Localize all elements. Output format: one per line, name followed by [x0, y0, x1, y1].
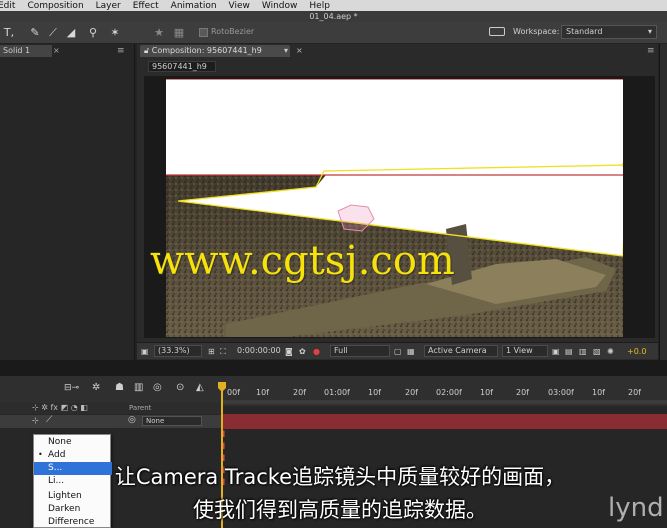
quality-switch-icon[interactable]: ⟋ — [46, 415, 52, 425]
puppet-pin-icon[interactable]: ✶ — [108, 26, 122, 40]
comp-mini-flowchart-icon[interactable]: ⊟⊸ — [64, 383, 79, 393]
tick-label: 10f — [256, 388, 269, 397]
subtitle-line-2: 使我们得到高质量的追踪数据。 — [193, 498, 487, 522]
info-panel — [659, 44, 667, 360]
pixel-aspect-icon[interactable]: ▣ — [552, 346, 560, 357]
layer-duration-bar[interactable] — [222, 414, 667, 429]
project-title: 01_04.aep * — [0, 11, 667, 22]
type-tool-icon[interactable]: T, — [2, 26, 16, 40]
show-snapshot-icon[interactable]: ✿ — [299, 346, 306, 357]
timeline-icon[interactable]: ▥ — [579, 346, 587, 357]
rotobezier-label: RotoBezier — [211, 27, 255, 36]
blend-option-none[interactable]: None — [34, 436, 112, 449]
magnification-select[interactable]: (33.3%) — [154, 345, 202, 357]
menu-bar: Edit Composition Layer Effect Animation … — [0, 0, 667, 11]
graph-icon[interactable]: ◭ — [196, 382, 204, 393]
draft-3d-icon[interactable]: ✲ — [92, 382, 100, 393]
resolution-select[interactable]: Full — [330, 345, 390, 357]
lock-icon[interactable]: 🔓︎ — [144, 46, 149, 55]
menu-effect[interactable]: Effect — [133, 1, 165, 11]
parent-select[interactable]: None — [142, 416, 202, 426]
graph-editor-icon[interactable]: ⊙ — [176, 382, 184, 393]
brush-tool-icon[interactable]: ✎ — [28, 26, 42, 40]
pickwhip-icon[interactable]: ◎ — [128, 415, 136, 425]
current-time[interactable]: 0:00:00:00 — [233, 345, 283, 357]
chevron-down-icon[interactable]: ▾ — [284, 45, 288, 57]
grid-icon[interactable]: ▦ — [172, 26, 186, 40]
channel-icon[interactable]: ● — [313, 346, 320, 357]
rotobezier-checkbox[interactable] — [199, 28, 208, 37]
footage-frame[interactable] — [166, 79, 623, 337]
menu-view[interactable]: View — [229, 1, 256, 11]
workspace-select[interactable]: Standard — [561, 25, 657, 39]
eraser-tool-icon[interactable]: ◢ — [64, 26, 78, 40]
always-preview-icon[interactable]: ▣ — [141, 346, 149, 357]
panel-divider — [0, 360, 667, 376]
transparency-grid-icon[interactable]: ▦ — [407, 346, 415, 357]
column-header: ⊹ ✲ fx ◩ ◔ ◧ — [0, 403, 222, 414]
tick-label: 20f — [516, 388, 529, 397]
project-panel — [0, 44, 135, 360]
menu-edit[interactable]: Edit — [0, 1, 21, 11]
panel-menu-icon[interactable]: ≡ — [647, 45, 655, 57]
panel-menu-icon[interactable]: ≡ — [117, 45, 125, 57]
frame-blending-icon[interactable]: ▥ — [134, 382, 143, 393]
flowchart-icon[interactable]: ▧ — [593, 346, 601, 357]
parent-column-label: Parent — [129, 404, 152, 412]
hide-shy-icon[interactable]: ☗ — [115, 382, 124, 393]
menu-window[interactable]: Window — [262, 1, 304, 11]
tick-label: 10f — [592, 388, 605, 397]
camera-select[interactable]: Active Camera — [424, 345, 498, 357]
tick-label: 02:00f — [436, 388, 462, 397]
watermark-text: www.cgtsj.com — [150, 238, 455, 284]
exposure-value[interactable]: +0.0 — [627, 346, 646, 357]
roto-brush-icon[interactable]: ⚲ — [86, 26, 100, 40]
menu-composition[interactable]: Composition — [27, 1, 89, 11]
switches-icons: ⊹ ✲ fx ◩ ◔ ◧ — [32, 403, 88, 412]
clone-tool-icon[interactable]: ⟋ — [46, 26, 60, 40]
tick-label: 20f — [293, 388, 306, 397]
app-window: Edit Composition Layer Effect Animation … — [0, 0, 667, 528]
subtitle-line-1: 让Camera Tracke追踪镜头中质量较好的画面， — [114, 465, 566, 489]
mask-visibility-icon[interactable]: ⛶ — [220, 346, 226, 357]
grid-toggle-icon[interactable]: ⊞ — [208, 346, 215, 357]
tab-solid[interactable]: Solid 1 — [0, 45, 52, 57]
snapshot-icon[interactable]: ◙ — [285, 346, 293, 357]
view-layout-select[interactable]: 1 View — [502, 345, 548, 357]
fast-preview-icon[interactable]: ▤ — [565, 346, 573, 357]
tick-label: 10f — [480, 388, 493, 397]
composition-footer: ▣ (33.3%) ⊞ ⛶ 0:00:00:00 ◙ ✿ ● Full ▢ ▦ … — [137, 342, 658, 359]
tick-label: 20f — [405, 388, 418, 397]
tick-label: 20f — [628, 388, 641, 397]
motion-blur-icon[interactable]: ◎ — [153, 382, 162, 393]
time-navigator[interactable] — [222, 400, 667, 404]
menu-animation[interactable]: Animation — [171, 1, 223, 11]
tick-label: 00f — [227, 388, 240, 397]
tick-label: 03:00f — [548, 388, 574, 397]
tick-label: 01:00f — [324, 388, 350, 397]
tick-label: 10f — [368, 388, 381, 397]
workspace-label: Workspace: — [513, 27, 560, 36]
close-icon[interactable]: × — [296, 45, 303, 57]
tab-composition[interactable]: 🔓︎ Composition: 95607441_h9 — [140, 45, 290, 57]
composition-breadcrumb[interactable]: 95607441_h9 — [148, 61, 216, 72]
close-icon[interactable]: × — [53, 45, 60, 57]
brand-logo: lynd — [608, 493, 664, 523]
menu-layer[interactable]: Layer — [96, 1, 127, 11]
shy-switch-icon[interactable]: ⊹ — [32, 416, 39, 425]
reset-exposure-icon[interactable]: ✺ — [607, 346, 614, 357]
puppet-star-icon[interactable]: ★ — [152, 26, 166, 40]
composition-tab-label: Composition: 95607441_h9 — [151, 46, 262, 55]
region-of-interest-icon[interactable]: ▢ — [394, 346, 402, 357]
workspace-icon[interactable] — [489, 27, 505, 36]
selected-bullet-icon: • — [38, 450, 43, 459]
menu-help[interactable]: Help — [309, 1, 336, 11]
